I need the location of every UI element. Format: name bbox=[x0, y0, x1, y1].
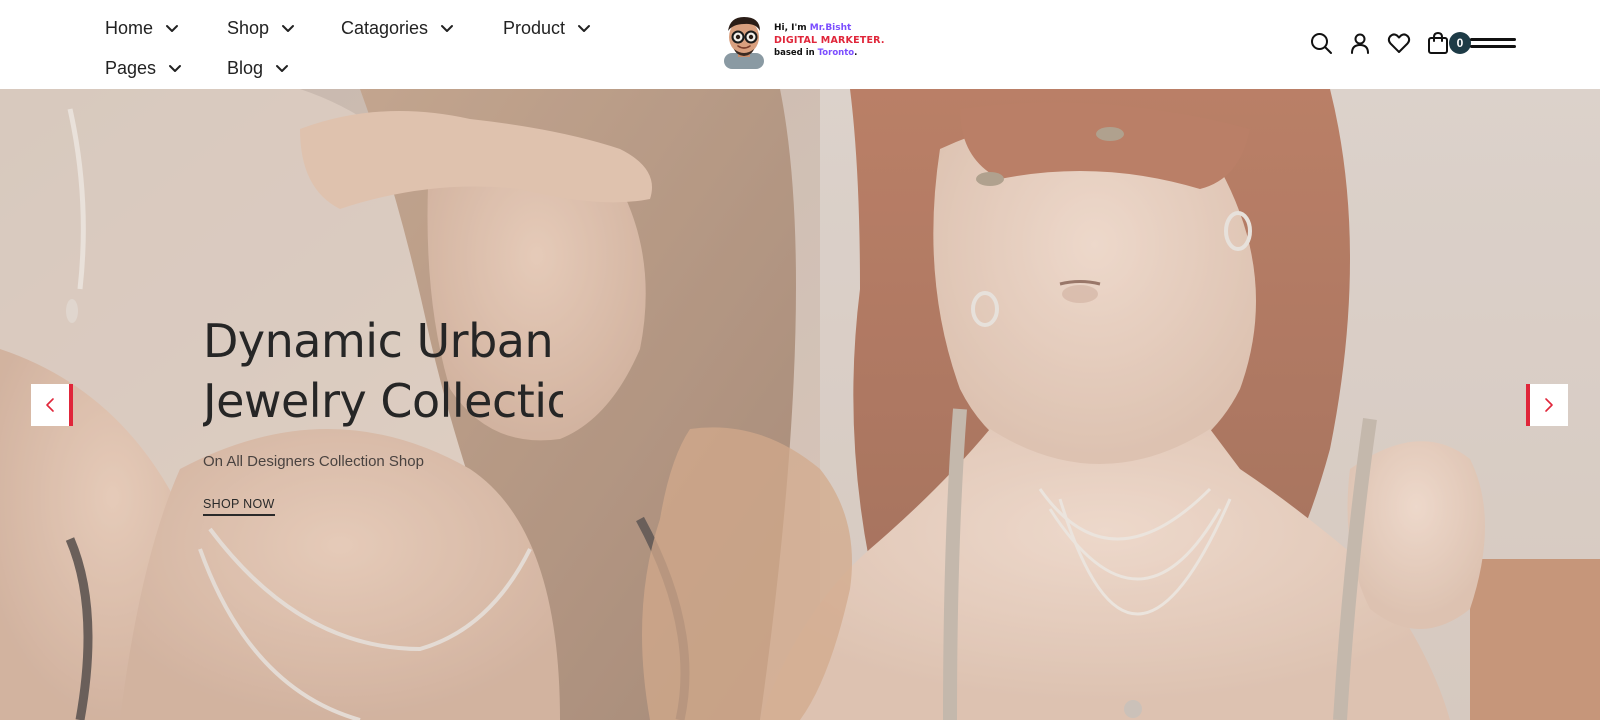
menu-line bbox=[1470, 45, 1516, 48]
chevron-down-icon bbox=[282, 25, 295, 32]
nav-row-top: Home Shop Catagories Product bbox=[105, 8, 665, 48]
main-navigation: Home Shop Catagories Product Pages Blog bbox=[105, 8, 665, 88]
site-logo[interactable]: Hi, I'm Mr.Bisht DIGITAL MARKETER. based… bbox=[718, 12, 888, 70]
chevron-left-icon bbox=[46, 398, 54, 412]
wishlist-button[interactable] bbox=[1386, 30, 1412, 56]
nav-item-blog[interactable]: Blog bbox=[227, 58, 337, 79]
nav-item-label: Home bbox=[105, 17, 154, 38]
nav-item-label: Shop bbox=[227, 17, 270, 38]
nav-item-catagories[interactable]: Catagories bbox=[341, 18, 503, 39]
hero-title-line-2: Jewelry Collectio bbox=[203, 374, 563, 428]
logo-location-suffix: . bbox=[854, 48, 858, 59]
header-actions: 0 bbox=[1308, 28, 1471, 58]
nav-item-product[interactable]: Product bbox=[503, 18, 613, 39]
nav-row-bottom: Pages Blog bbox=[105, 48, 665, 88]
cart-count-badge: 0 bbox=[1449, 32, 1471, 54]
chevron-down-icon bbox=[578, 25, 591, 32]
user-icon bbox=[1351, 33, 1369, 54]
shopping-bag-icon bbox=[1428, 31, 1448, 54]
nav-item-label: Product bbox=[503, 17, 566, 38]
site-header: Home Shop Catagories Product Pages Blog … bbox=[0, 0, 1600, 89]
chevron-down-icon bbox=[276, 65, 289, 72]
account-button[interactable] bbox=[1347, 30, 1373, 56]
logo-location-prefix: based in bbox=[774, 48, 818, 59]
cart-button[interactable]: 0 bbox=[1425, 30, 1471, 56]
search-icon bbox=[1311, 33, 1332, 54]
nav-item-label: Blog bbox=[227, 57, 264, 78]
hero-subtitle: On All Designers Collection Shop bbox=[203, 453, 424, 470]
hamburger-menu-icon[interactable] bbox=[1470, 38, 1516, 50]
logo-greeting-prefix: Hi, I'm bbox=[774, 23, 810, 34]
hero-caption: Dynamic Urban L Jewelry Collectio On All… bbox=[203, 311, 563, 516]
chevron-down-icon bbox=[169, 65, 182, 72]
chevron-right-icon bbox=[1545, 398, 1553, 412]
logo-text: Hi, I'm Mr.Bisht DIGITAL MARKETER. based… bbox=[774, 22, 885, 60]
menu-line bbox=[1470, 38, 1516, 41]
logo-greeting: Hi, I'm Mr.Bisht bbox=[774, 22, 885, 35]
nav-item-pages[interactable]: Pages bbox=[105, 58, 227, 79]
logo-city: Toronto bbox=[817, 48, 855, 59]
chevron-down-icon bbox=[166, 25, 179, 32]
slider-next-button[interactable] bbox=[1526, 384, 1568, 426]
logo-location: based in Toronto. bbox=[774, 47, 885, 60]
logo-name: Mr.Bisht bbox=[809, 23, 852, 34]
shop-now-link[interactable]: SHOP NOW bbox=[203, 497, 275, 516]
avatar-illustration bbox=[724, 17, 764, 69]
hero-title-line-1: Dynamic Urban L bbox=[203, 314, 563, 368]
slider-prev-button[interactable] bbox=[31, 384, 73, 426]
logo-role: DIGITAL MARKETER. bbox=[774, 34, 885, 46]
nav-item-label: Pages bbox=[105, 57, 157, 78]
chevron-down-icon bbox=[441, 25, 454, 32]
hero-slider: Dynamic Urban L Jewelry Collectio On All… bbox=[0, 89, 1600, 720]
nav-item-label: Catagories bbox=[341, 17, 429, 38]
heart-icon bbox=[1387, 33, 1411, 53]
nav-item-shop[interactable]: Shop bbox=[227, 18, 341, 39]
nav-item-home[interactable]: Home bbox=[105, 18, 227, 39]
search-button[interactable] bbox=[1308, 30, 1334, 56]
